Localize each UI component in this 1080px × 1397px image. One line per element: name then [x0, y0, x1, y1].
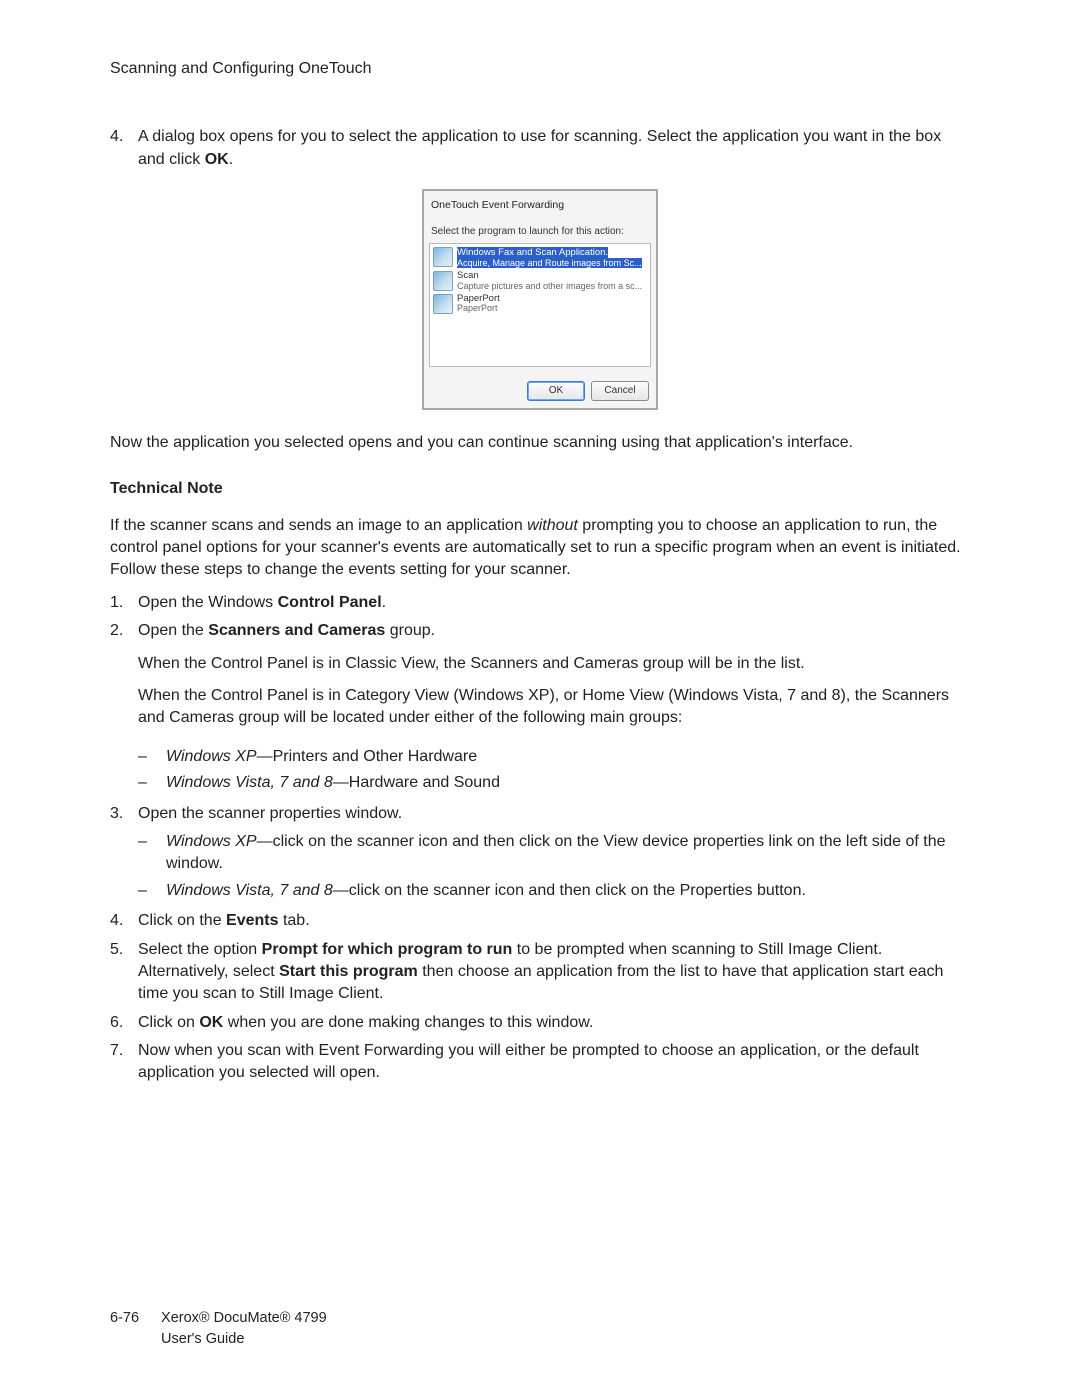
doc-title: User's Guide: [161, 1329, 327, 1349]
text: Open the: [138, 622, 208, 639]
dash-item: – Windows Vista, 7 and 8—click on the sc…: [138, 880, 970, 902]
post-dialog-paragraph: Now the application you selected opens a…: [110, 432, 970, 454]
bold-text: OK: [205, 151, 229, 168]
text: Open the Windows: [138, 594, 278, 611]
step-4: 4. A dialog box opens for you to select …: [110, 126, 970, 171]
dash-item: – Windows Vista, 7 and 8—Hardware and So…: [138, 772, 970, 794]
step-number: 7.: [110, 1040, 138, 1085]
dash-body: Windows Vista, 7 and 8—Hardware and Soun…: [166, 772, 970, 794]
step-body: Open the scanner properties window.: [138, 803, 970, 825]
step-body: Open the Windows Control Panel.: [138, 592, 970, 614]
dash-mark: –: [138, 746, 166, 768]
text: .: [382, 594, 386, 611]
document-page: Scanning and Configuring OneTouch 4. A d…: [0, 0, 1080, 1397]
text: Click on the: [138, 912, 226, 929]
dash-body: Windows XP—Printers and Other Hardware: [166, 746, 970, 768]
step-number: 4.: [110, 910, 138, 932]
text: Click on: [138, 1014, 199, 1031]
list-item[interactable]: PaperPort PaperPort: [432, 293, 648, 315]
item-sub: Capture pictures and other images from a…: [457, 282, 647, 292]
step-body: Now when you scan with Event Forwarding …: [138, 1040, 970, 1085]
page-footer: 6-76 Xerox® DocuMate® 4799 User's Guide: [110, 1308, 327, 1349]
text: group.: [385, 622, 435, 639]
step-number: 1.: [110, 592, 138, 614]
dialog-screenshot: OneTouch Event Forwarding Select the pro…: [110, 189, 970, 410]
text: Select the option: [138, 941, 262, 958]
text: Open the scanner properties window.: [138, 805, 402, 822]
scanner-icon: [433, 247, 453, 267]
item-title: Windows Fax and Scan Application.: [457, 247, 608, 258]
footer-text: Xerox® DocuMate® 4799 User's Guide: [161, 1308, 327, 1349]
dash-item: – Windows XP—click on the scanner icon a…: [138, 831, 970, 876]
program-listbox[interactable]: Windows Fax and Scan Application. Acquir…: [429, 243, 651, 367]
bold-text: Control Panel: [278, 594, 382, 611]
list-item[interactable]: Windows Fax and Scan Application. Acquir…: [432, 246, 648, 270]
dash-mark: –: [138, 772, 166, 794]
text: A dialog box opens for you to select the…: [138, 128, 941, 167]
list-item-text: Windows Fax and Scan Application. Acquir…: [457, 247, 647, 269]
text: —click on the scanner icon and then clic…: [333, 882, 806, 899]
dash-body: Windows XP—click on the scanner icon and…: [166, 831, 970, 876]
italic-text: Windows Vista, 7 and 8: [166, 882, 333, 899]
text: Now when you scan with Event Forwarding …: [138, 1042, 919, 1081]
tn-step-1: 1. Open the Windows Control Panel.: [110, 592, 970, 614]
bold-text: OK: [199, 1014, 223, 1031]
italic-text: without: [527, 517, 578, 534]
text: .: [229, 151, 233, 168]
item-sub: PaperPort: [457, 304, 647, 314]
onetouch-dialog: OneTouch Event Forwarding Select the pro…: [422, 189, 658, 410]
text: —click on the scanner icon and then clic…: [166, 833, 946, 872]
scanner-icon: [433, 271, 453, 291]
bold-text: Prompt for which program to run: [262, 941, 513, 958]
italic-text: Windows Vista, 7 and 8: [166, 774, 333, 791]
step-number: 2.: [110, 620, 138, 740]
tn-step-2: 2. Open the Scanners and Cameras group. …: [110, 620, 970, 740]
dash-mark: –: [138, 880, 166, 902]
tn-step-6: 6. Click on OK when you are done making …: [110, 1012, 970, 1034]
text: —Printers and Other Hardware: [257, 748, 478, 765]
technical-note-heading: Technical Note: [110, 478, 970, 500]
sub-paragraph: When the Control Panel is in Category Vi…: [138, 685, 970, 730]
step-number: 4.: [110, 126, 138, 171]
step-body: A dialog box opens for you to select the…: [138, 126, 970, 171]
step-body: Click on the Events tab.: [138, 910, 970, 932]
bold-text: Scanners and Cameras: [208, 622, 385, 639]
sub-paragraph: When the Control Panel is in Classic Vie…: [138, 653, 970, 675]
list-item[interactable]: Scan Capture pictures and other images f…: [432, 270, 648, 292]
dash-body: Windows Vista, 7 and 8—click on the scan…: [166, 880, 970, 902]
tn-step-4: 4. Click on the Events tab.: [110, 910, 970, 932]
dash-mark: –: [138, 831, 166, 876]
dash-item: – Windows XP—Printers and Other Hardware: [138, 746, 970, 768]
step-body: Click on OK when you are done making cha…: [138, 1012, 970, 1034]
step-number: 3.: [110, 803, 138, 825]
ok-button[interactable]: OK: [527, 381, 585, 401]
step-number: 5.: [110, 939, 138, 1006]
text: If the scanner scans and sends an image …: [110, 517, 527, 534]
cancel-button[interactable]: Cancel: [591, 381, 649, 401]
page-number: 6-76: [110, 1308, 139, 1349]
text: tab.: [279, 912, 310, 929]
italic-text: Windows XP: [166, 833, 257, 850]
bold-text: Events: [226, 912, 278, 929]
tn-step-7: 7. Now when you scan with Event Forwardi…: [110, 1040, 970, 1085]
list-item-text: Scan Capture pictures and other images f…: [457, 271, 647, 291]
text: —Hardware and Sound: [333, 774, 500, 791]
tn-step-3: 3. Open the scanner properties window.: [110, 803, 970, 825]
scanner-icon: [433, 294, 453, 314]
list-item-text: PaperPort PaperPort: [457, 294, 647, 314]
bold-text: Start this program: [279, 963, 418, 980]
item-sub: Acquire, Manage and Route images from Sc…: [457, 258, 642, 268]
dialog-title: OneTouch Event Forwarding: [431, 198, 651, 213]
page-header: Scanning and Configuring OneTouch: [110, 58, 970, 80]
step-number: 6.: [110, 1012, 138, 1034]
dialog-button-row: OK Cancel: [429, 381, 651, 401]
italic-text: Windows XP: [166, 748, 257, 765]
step-body: Open the Scanners and Cameras group. Whe…: [138, 620, 970, 740]
tn-step-5: 5. Select the option Prompt for which pr…: [110, 939, 970, 1006]
technical-note-body: If the scanner scans and sends an image …: [110, 515, 970, 582]
step-body: Select the option Prompt for which progr…: [138, 939, 970, 1006]
text: when you are done making changes to this…: [223, 1014, 593, 1031]
dialog-prompt: Select the program to launch for this ac…: [431, 225, 651, 239]
product-name: Xerox® DocuMate® 4799: [161, 1310, 327, 1326]
